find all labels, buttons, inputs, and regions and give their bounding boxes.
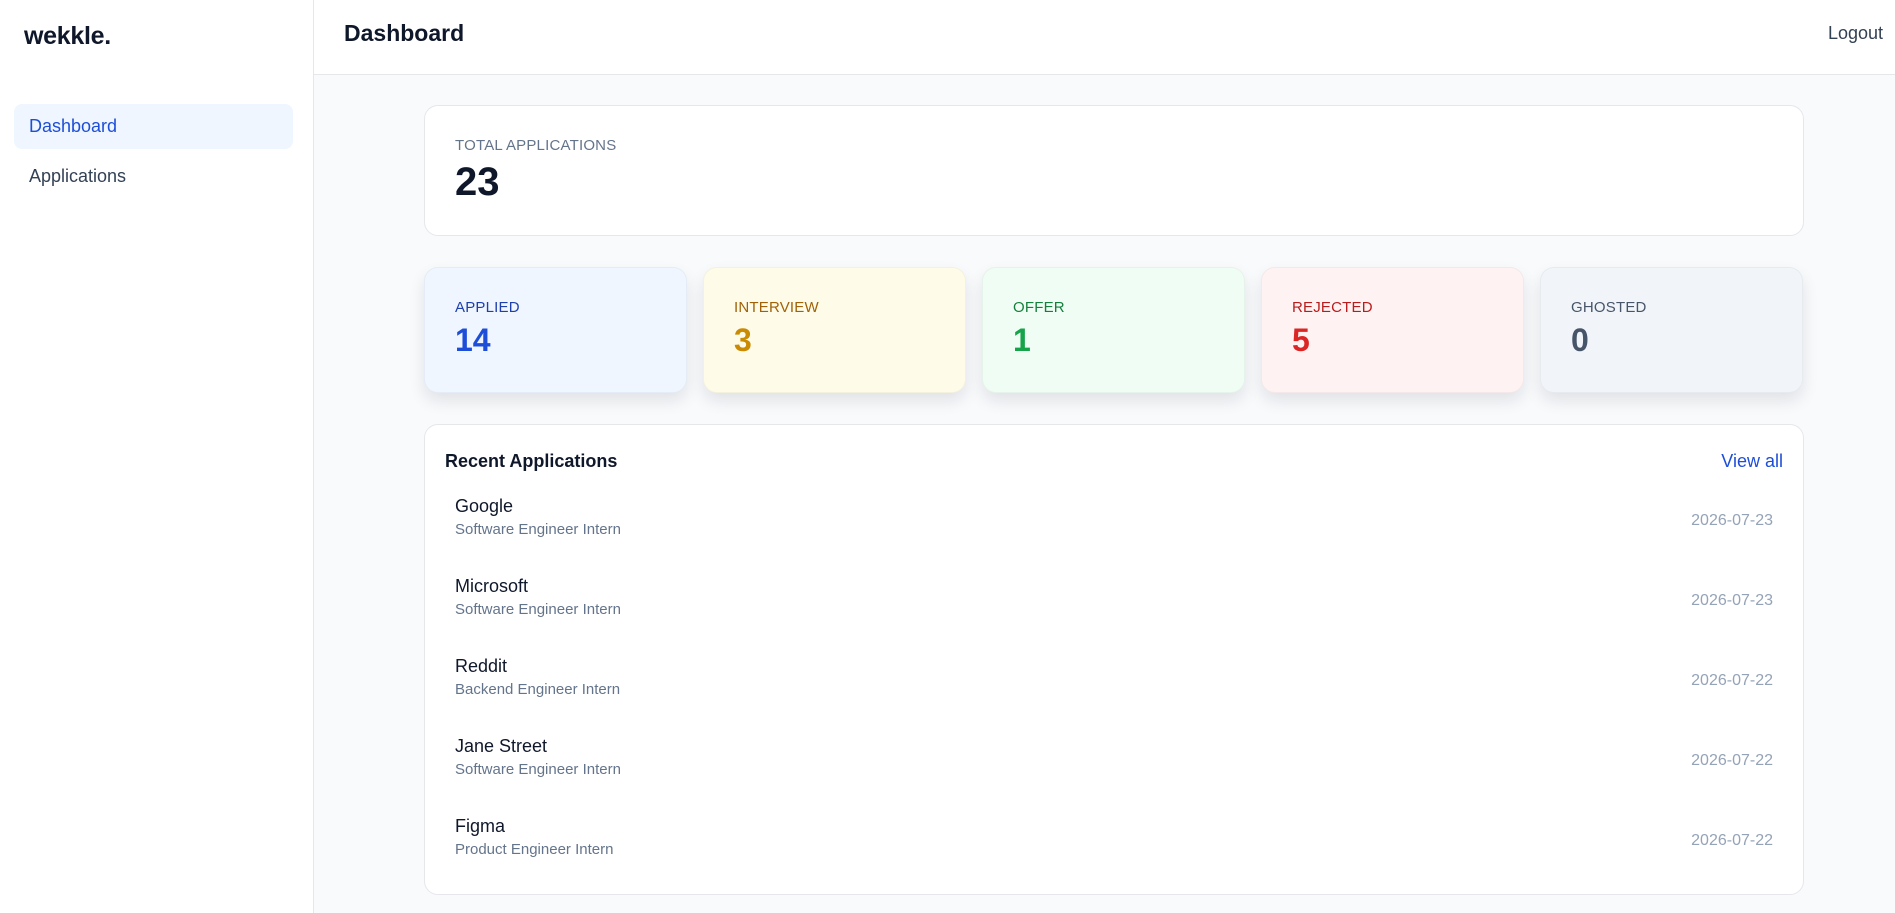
- list-item-info: Figma Product Engineer Intern: [455, 816, 613, 858]
- applied-date: 2026-07-23: [1691, 512, 1773, 529]
- top-bar: Dashboard Logout: [314, 0, 1895, 75]
- stat-card-offer[interactable]: OFFER 1: [982, 267, 1245, 393]
- view-all-link[interactable]: View all: [1721, 451, 1783, 472]
- stat-value-offer: 1: [1013, 322, 1031, 358]
- stat-value-interview: 3: [734, 322, 752, 358]
- company-name: Figma: [455, 816, 506, 836]
- role-title: Product Engineer Intern: [455, 841, 614, 858]
- content: TOTAL APPLICATIONS 23 APPLIED 14 INTERVI…: [314, 75, 1895, 895]
- stat-value-rejected: 5: [1292, 322, 1310, 358]
- stat-label-ghosted: GHOSTED: [1571, 299, 1647, 316]
- list-item[interactable]: Google Software Engineer Intern 2026-07-…: [445, 492, 1783, 572]
- role-title: Backend Engineer Intern: [455, 681, 621, 698]
- stat-card-ghosted[interactable]: GHOSTED 0: [1540, 267, 1803, 393]
- list-item-info: Google Software Engineer Intern: [455, 496, 621, 538]
- list-item[interactable]: Reddit Backend Engineer Intern 2026-07-2…: [445, 652, 1783, 732]
- recent-applications-panel: Recent Applications View all Google Soft…: [424, 424, 1804, 895]
- dashboard-container: TOTAL APPLICATIONS 23 APPLIED 14 INTERVI…: [424, 105, 1804, 895]
- list-item-info: Jane Street Software Engineer Intern: [455, 736, 621, 778]
- total-applications-card: TOTAL APPLICATIONS 23: [424, 105, 1804, 236]
- sidebar-nav: Dashboard Applications: [0, 70, 313, 199]
- applied-date: 2026-07-23: [1691, 592, 1773, 609]
- stat-label-rejected: REJECTED: [1292, 299, 1373, 316]
- role-title: Software Engineer Intern: [455, 521, 621, 538]
- brand-logo[interactable]: wekkle.: [0, 0, 313, 70]
- stat-label-offer: OFFER: [1013, 299, 1065, 316]
- applied-date: 2026-07-22: [1691, 752, 1773, 769]
- main-area: Dashboard Logout TOTAL APPLICATIONS 23 A…: [314, 0, 1895, 913]
- sidebar: wekkle. Dashboard Applications: [0, 0, 314, 913]
- company-name: Google: [455, 496, 514, 516]
- logout-button[interactable]: Logout: [1828, 23, 1883, 44]
- app-root: wekkle. Dashboard Applications Dashboard…: [0, 0, 1895, 913]
- company-name: Reddit: [455, 656, 508, 676]
- stat-label-applied: APPLIED: [455, 299, 520, 316]
- role-title: Software Engineer Intern: [455, 761, 621, 778]
- stat-card-interview[interactable]: INTERVIEW 3: [703, 267, 966, 393]
- company-name: Jane Street: [455, 736, 548, 756]
- stat-card-rejected[interactable]: REJECTED 5: [1261, 267, 1524, 393]
- total-applications-label: TOTAL APPLICATIONS: [455, 137, 617, 154]
- list-item-info: Reddit Backend Engineer Intern: [455, 656, 620, 698]
- recent-applications-list: Google Software Engineer Intern 2026-07-…: [445, 492, 1783, 892]
- list-item[interactable]: Microsoft Software Engineer Intern 2026-…: [445, 572, 1783, 652]
- company-name: Microsoft: [455, 576, 529, 596]
- role-title: Software Engineer Intern: [455, 601, 621, 618]
- sidebar-item-applications[interactable]: Applications: [14, 154, 293, 199]
- list-item[interactable]: Jane Street Software Engineer Intern 202…: [445, 732, 1783, 812]
- list-item[interactable]: Figma Product Engineer Intern 2026-07-22: [445, 812, 1783, 892]
- stat-label-interview: INTERVIEW: [734, 299, 819, 316]
- page-title: Dashboard: [344, 19, 465, 46]
- sidebar-item-dashboard[interactable]: Dashboard: [14, 104, 293, 149]
- total-applications-value: 23: [455, 160, 500, 204]
- status-stats: APPLIED 14 INTERVIEW 3 OFFER 1 REJECTED …: [424, 267, 1804, 393]
- stat-value-applied: 14: [455, 322, 491, 358]
- stat-card-applied[interactable]: APPLIED 14: [424, 267, 687, 393]
- recent-applications-title: Recent Applications: [445, 450, 618, 471]
- applied-date: 2026-07-22: [1691, 832, 1773, 849]
- applied-date: 2026-07-22: [1691, 672, 1773, 689]
- list-item-info: Microsoft Software Engineer Intern: [455, 576, 621, 618]
- stat-value-ghosted: 0: [1571, 322, 1589, 358]
- recent-applications-header: Recent Applications View all: [445, 447, 1783, 475]
